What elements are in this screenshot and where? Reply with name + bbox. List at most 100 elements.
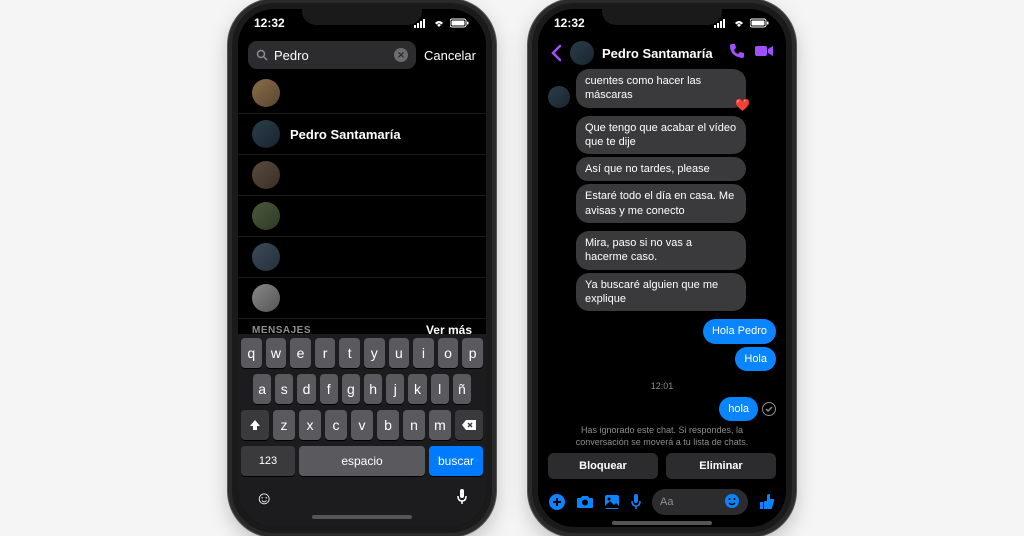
key-s[interactable]: s	[275, 374, 293, 404]
camera-button[interactable]	[576, 494, 594, 510]
message-in[interactable]: Que tengo que acabar el vídeo que te dij…	[576, 116, 746, 155]
numbers-key[interactable]: 123	[241, 446, 295, 476]
like-button[interactable]	[758, 493, 776, 511]
key-w[interactable]: w	[266, 338, 287, 368]
key-d[interactable]: d	[297, 374, 315, 404]
key-i[interactable]: i	[413, 338, 434, 368]
keyboard[interactable]: q w e r t y u i o p a s d f g h j k l	[238, 334, 486, 527]
message-out[interactable]: hola	[719, 397, 758, 421]
key-c[interactable]: c	[325, 410, 347, 440]
section-header: MENSAJES Ver más	[238, 319, 486, 334]
message-in[interactable]: Ya buscaré alguien que me explique	[576, 273, 746, 312]
key-l[interactable]: l	[431, 374, 449, 404]
wifi-icon	[732, 18, 746, 28]
message-out[interactable]: Hola Pedro	[703, 319, 776, 343]
key-enye[interactable]: ñ	[453, 374, 471, 404]
chat-avatar[interactable]	[570, 41, 594, 65]
message-in[interactable]: Estaré todo el día en casa. Me avisas y …	[576, 184, 746, 223]
delete-button[interactable]: Eliminar	[666, 453, 776, 479]
key-z[interactable]: z	[273, 410, 295, 440]
voice-clip-button[interactable]	[630, 493, 642, 511]
message-out[interactable]: Hola	[735, 347, 776, 371]
contact-list[interactable]: Pedro Santamaría MENSAJES Ver más Pedro …	[238, 73, 486, 334]
key-m[interactable]: m	[429, 410, 451, 440]
search-key[interactable]: buscar	[429, 446, 483, 476]
ignore-notice: Has ignorado este chat. Si respondes, la…	[548, 425, 776, 448]
phone-chat: 12:32 Pedro Santamaría cuentes como hace…	[532, 3, 792, 533]
keyboard-row-2: a s d f g h j k l ñ	[241, 374, 483, 404]
contact-row[interactable]	[238, 278, 486, 319]
key-x[interactable]: x	[299, 410, 321, 440]
message-in[interactable]: cuentes como hacer las máscaras❤️	[576, 69, 746, 108]
avatar	[252, 243, 280, 271]
audio-call-button[interactable]	[728, 42, 746, 65]
dictation-key[interactable]	[455, 488, 469, 511]
key-g[interactable]: g	[342, 374, 360, 404]
key-e[interactable]: e	[290, 338, 311, 368]
contact-row[interactable]: Pedro Santamaría	[238, 114, 486, 155]
notch	[602, 3, 722, 25]
gallery-button[interactable]	[604, 494, 620, 510]
keyboard-row-4: 123 espacio buscar	[241, 446, 483, 476]
more-actions-button[interactable]	[548, 493, 566, 511]
status-time: 12:32	[254, 16, 285, 30]
backspace-key[interactable]	[455, 410, 483, 440]
message-in[interactable]: Así que no tardes, please	[576, 157, 746, 181]
key-v[interactable]: v	[351, 410, 373, 440]
back-button[interactable]	[550, 44, 562, 62]
key-k[interactable]: k	[408, 374, 426, 404]
status-time: 12:32	[554, 16, 585, 30]
battery-icon	[450, 18, 470, 28]
avatar	[252, 284, 280, 312]
contact-row[interactable]	[238, 73, 486, 114]
search-header: Pedro ✕ Cancelar	[238, 37, 486, 73]
emoji-key[interactable]: ☺	[255, 488, 273, 511]
contact-row[interactable]	[238, 237, 486, 278]
key-b[interactable]: b	[377, 410, 399, 440]
key-r[interactable]: r	[315, 338, 336, 368]
key-y[interactable]: y	[364, 338, 385, 368]
key-j[interactable]: j	[386, 374, 404, 404]
battery-icon	[750, 18, 770, 28]
key-t[interactable]: t	[339, 338, 360, 368]
message-avatar	[548, 86, 570, 108]
wifi-icon	[432, 18, 446, 28]
home-indicator[interactable]	[312, 515, 412, 519]
key-p[interactable]: p	[462, 338, 483, 368]
clear-search-button[interactable]: ✕	[394, 48, 408, 62]
time-separator: 12:01	[548, 381, 776, 391]
phone-search: 12:32 Pedro ✕ Cancelar Pedro Santamaría	[232, 3, 492, 533]
chat-header: Pedro Santamaría	[538, 37, 786, 69]
cancel-button[interactable]: Cancelar	[424, 48, 476, 63]
key-o[interactable]: o	[438, 338, 459, 368]
shift-key[interactable]	[241, 410, 269, 440]
chat-body[interactable]: cuentes como hacer las máscaras❤️ Que te…	[538, 69, 786, 453]
compose-bar: Aa	[538, 485, 786, 517]
search-input[interactable]: Pedro ✕	[248, 41, 416, 69]
key-n[interactable]: n	[403, 410, 425, 440]
search-query: Pedro	[274, 48, 388, 63]
avatar	[252, 161, 280, 189]
key-a[interactable]: a	[253, 374, 271, 404]
see-more-link[interactable]: Ver más	[426, 323, 472, 334]
message-in[interactable]: Mira, paso si no vas a hacerme caso.	[576, 231, 746, 270]
contact-row[interactable]	[238, 196, 486, 237]
avatar	[252, 202, 280, 230]
keyboard-row-3: z x c v b n m	[241, 410, 483, 440]
video-call-button[interactable]	[754, 44, 774, 63]
key-f[interactable]: f	[320, 374, 338, 404]
message-input[interactable]: Aa	[652, 489, 748, 515]
emoji-picker-icon[interactable]	[724, 493, 740, 512]
avatar	[252, 120, 280, 148]
chat-title[interactable]: Pedro Santamaría	[602, 46, 720, 61]
home-indicator[interactable]	[612, 521, 712, 525]
key-u[interactable]: u	[389, 338, 410, 368]
key-h[interactable]: h	[364, 374, 382, 404]
keyboard-row-1: q w e r t y u i o p	[241, 338, 483, 368]
action-row: Bloquear Eliminar	[538, 453, 786, 485]
block-button[interactable]: Bloquear	[548, 453, 658, 479]
heart-reaction-icon[interactable]: ❤️	[735, 98, 750, 114]
key-q[interactable]: q	[241, 338, 262, 368]
contact-row[interactable]	[238, 155, 486, 196]
space-key[interactable]: espacio	[299, 446, 425, 476]
